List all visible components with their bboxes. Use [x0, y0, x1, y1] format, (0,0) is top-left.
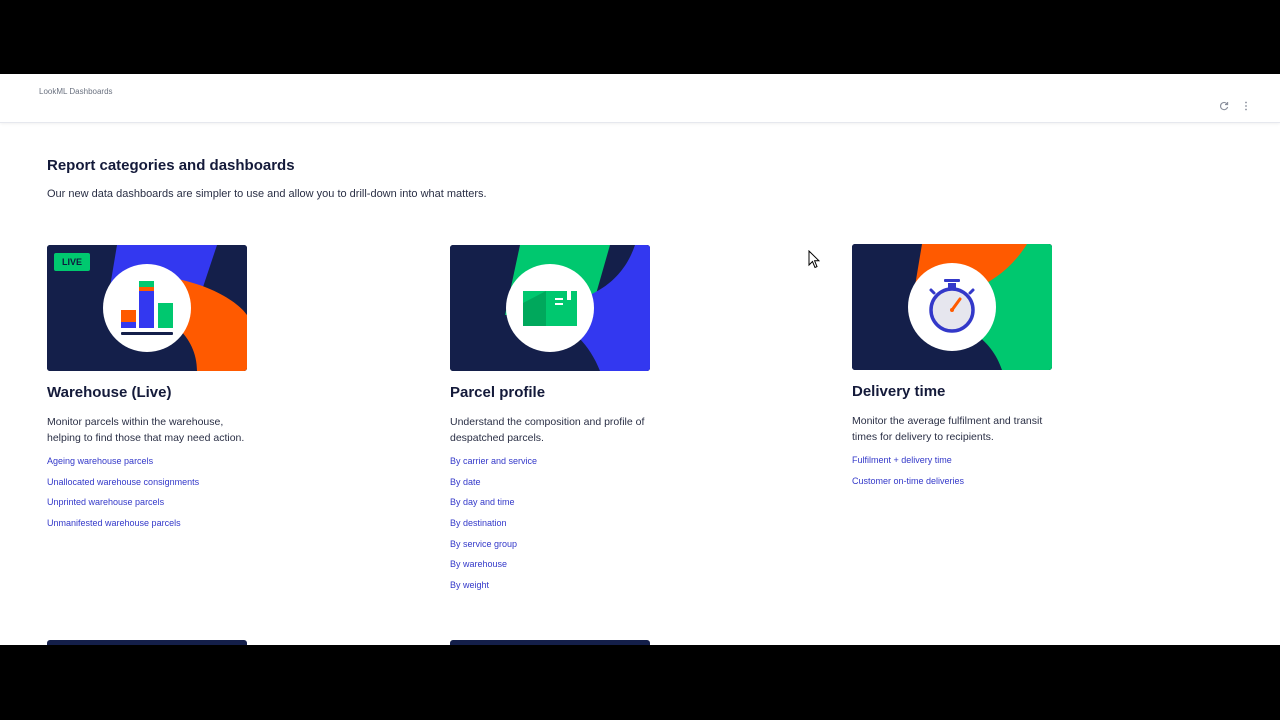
link-unallocated-warehouse-consignments[interactable]: Unallocated warehouse consignments — [47, 475, 267, 496]
top-bar: LookML Dashboards — [0, 74, 1280, 123]
link-unmanifested-warehouse-parcels[interactable]: Unmanifested warehouse parcels — [47, 516, 267, 537]
link-customer-on-time-deliveries[interactable]: Customer on-time deliveries — [852, 474, 1072, 495]
link-by-date[interactable]: By date — [450, 475, 670, 496]
card-hero-image-partial[interactable] — [47, 640, 247, 645]
card-hero-image[interactable] — [450, 245, 650, 371]
refresh-icon[interactable] — [1218, 100, 1230, 112]
card-hero-image[interactable] — [852, 244, 1052, 370]
card-description: Monitor parcels within the warehouse, he… — [47, 416, 245, 444]
card-description: Monitor the average fulfilment and trans… — [852, 415, 1043, 443]
card-title[interactable]: Warehouse (Live) — [47, 384, 267, 404]
link-ageing-warehouse-parcels[interactable]: Ageing warehouse parcels — [47, 454, 267, 475]
link-fulfilment-delivery-time[interactable]: Fulfilment + delivery time — [852, 453, 1072, 474]
more-vertical-icon[interactable] — [1240, 100, 1252, 112]
link-by-warehouse[interactable]: By warehouse — [450, 557, 670, 578]
link-by-carrier-and-service[interactable]: By carrier and service — [450, 454, 670, 475]
breadcrumb[interactable]: LookML Dashboards — [39, 87, 113, 96]
app-window: LookML Dashboards Report categories and … — [0, 74, 1280, 645]
dashboard-links: Ageing warehouse parcels Unallocated war… — [47, 454, 267, 537]
link-by-destination[interactable]: By destination — [450, 516, 670, 537]
card-warehouse-live: LIVE Warehouse (Live) Monitor parcels wi… — [47, 245, 267, 537]
card-title[interactable]: Delivery time — [852, 383, 1072, 403]
link-by-day-and-time[interactable]: By day and time — [450, 495, 670, 516]
link-by-weight[interactable]: By weight — [450, 578, 670, 599]
stopwatch-icon — [852, 244, 1052, 370]
dashboard-links: By carrier and service By date By day an… — [450, 454, 670, 599]
card-description: Understand the composition and profile o… — [450, 416, 645, 444]
parcel-icon — [450, 245, 650, 371]
card-title[interactable]: Parcel profile — [450, 384, 670, 404]
live-badge: LIVE — [54, 253, 91, 271]
card-delivery-time: Delivery time Monitor the average fulfil… — [852, 244, 1072, 494]
card-parcel-profile: Parcel profile Understand the compositio… — [450, 245, 670, 599]
card-hero-image[interactable]: LIVE — [47, 245, 247, 371]
link-unprinted-warehouse-parcels[interactable]: Unprinted warehouse parcels — [47, 495, 267, 516]
page-title: Report categories and dashboards — [47, 157, 295, 174]
link-by-service-group[interactable]: By service group — [450, 537, 670, 558]
dashboard-links: Fulfilment + delivery time Customer on-t… — [852, 453, 1072, 494]
page-subtitle: Our new data dashboards are simpler to u… — [47, 188, 487, 200]
card-hero-image-partial[interactable] — [450, 640, 650, 645]
mouse-cursor-icon — [808, 250, 820, 269]
